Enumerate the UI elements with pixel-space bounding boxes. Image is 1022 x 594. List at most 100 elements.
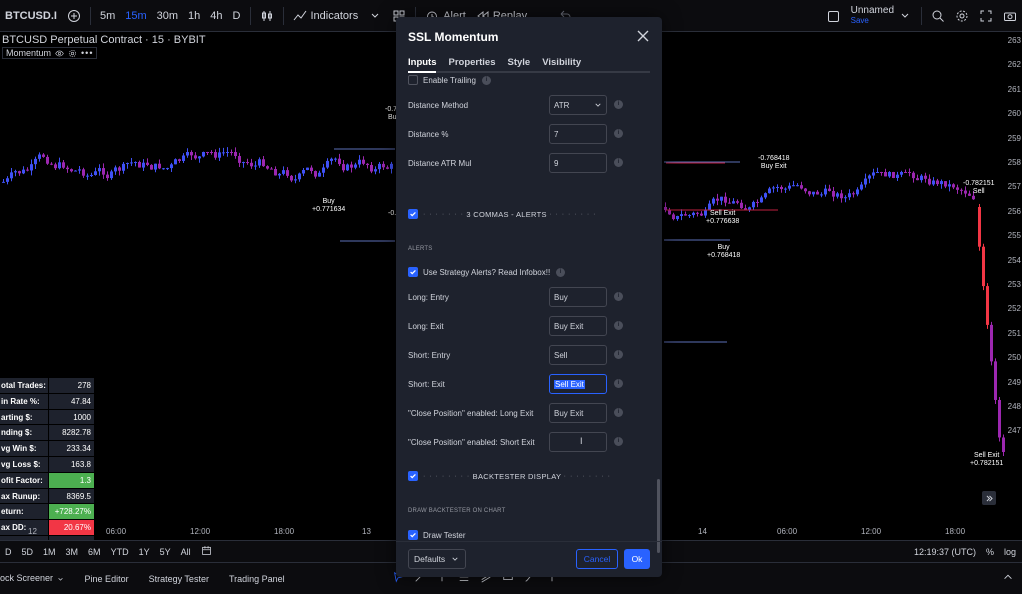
info-icon[interactable]: i bbox=[556, 268, 565, 277]
short-exit-input[interactable]: Sell Exit bbox=[549, 374, 607, 394]
tab-inputs[interactable]: Inputs bbox=[408, 57, 437, 68]
long-entry-input[interactable]: Buy bbox=[549, 287, 607, 307]
dashes: · · · · · · · · bbox=[549, 210, 597, 218]
candle-body bbox=[708, 203, 711, 210]
interval-1h[interactable]: 1h bbox=[183, 0, 205, 32]
candle-body bbox=[804, 188, 807, 192]
range-6m[interactable]: 6M bbox=[83, 547, 106, 557]
stats-label: in Rate %: bbox=[0, 393, 48, 409]
info-icon[interactable]: i bbox=[614, 158, 623, 167]
distance-atr-row: Distance ATR Mul 9 i bbox=[408, 153, 638, 173]
indicator-legend[interactable]: Momentum ••• bbox=[2, 47, 98, 59]
interval-4h[interactable]: 4h bbox=[205, 0, 227, 32]
scroll-to-realtime-button[interactable] bbox=[982, 491, 996, 505]
fullscreen-button[interactable] bbox=[974, 0, 998, 32]
price-axis[interactable]: 263 262 261 260 259 258 257 256 255 254 253 252 251 2… bbox=[1005, 32, 1022, 540]
info-icon[interactable]: i bbox=[614, 350, 623, 359]
info-icon[interactable]: i bbox=[614, 129, 623, 138]
settings-button[interactable] bbox=[950, 0, 974, 32]
info-icon[interactable]: i bbox=[614, 379, 623, 388]
candle-body bbox=[102, 168, 105, 175]
range-5y[interactable]: 5Y bbox=[155, 547, 176, 557]
indicators-button[interactable]: Indicators bbox=[288, 0, 364, 32]
clock-readout[interactable]: 12:19:37 (UTC) bbox=[914, 547, 976, 557]
go-to-date-button[interactable] bbox=[196, 545, 217, 558]
tab-label: ock Screener bbox=[0, 573, 54, 584]
range-1y[interactable]: 1Y bbox=[134, 547, 155, 557]
short-entry-input[interactable]: Sell bbox=[549, 345, 607, 365]
tab-visibility[interactable]: Visibility bbox=[542, 57, 581, 68]
stats-row: vg Win $: 233.34 bbox=[0, 441, 94, 457]
chevron-up-icon bbox=[1004, 574, 1012, 580]
chart-type-button[interactable] bbox=[255, 0, 279, 32]
interval-d[interactable]: D bbox=[228, 0, 246, 32]
symbol-search[interactable]: BTCUSD.I bbox=[0, 0, 62, 32]
candle-body bbox=[78, 169, 81, 171]
range-all[interactable]: All bbox=[176, 547, 196, 557]
candle-body bbox=[318, 172, 321, 177]
tab-properties[interactable]: Properties bbox=[449, 57, 496, 68]
short-exit-value: Sell Exit bbox=[554, 379, 585, 389]
range-1m[interactable]: 1M bbox=[38, 547, 61, 557]
distance-method-label: Distance Method bbox=[408, 100, 469, 110]
info-icon[interactable]: i bbox=[614, 408, 623, 417]
candle-body bbox=[872, 172, 875, 176]
distance-pct-input[interactable]: 7 bbox=[549, 124, 607, 144]
group-3commas-checkbox[interactable] bbox=[408, 209, 418, 219]
eye-icon[interactable] bbox=[55, 49, 64, 58]
tab-pine-editor[interactable]: Pine Editor bbox=[75, 574, 139, 584]
close-short-row: "Close Position" enabled: Short Exit I i bbox=[408, 432, 638, 452]
add-symbol-button[interactable] bbox=[62, 0, 86, 32]
cancel-button[interactable]: Cancel bbox=[576, 549, 618, 569]
use-strategy-alerts-checkbox[interactable] bbox=[408, 267, 418, 277]
price-label: 255 bbox=[1007, 231, 1021, 241]
enable-trailing-checkbox[interactable] bbox=[408, 75, 418, 85]
candle-body bbox=[98, 168, 101, 172]
layout-button[interactable]: Unnamed Save bbox=[823, 0, 917, 32]
tab-style[interactable]: Style bbox=[508, 57, 531, 68]
quick-search-button[interactable] bbox=[926, 0, 950, 32]
group-backtester-checkbox[interactable] bbox=[408, 471, 418, 481]
close-long-input[interactable]: Buy Exit bbox=[549, 403, 607, 423]
candle-body bbox=[788, 185, 791, 189]
tab-strategy-tester[interactable]: Strategy Tester bbox=[139, 574, 219, 584]
candle-body bbox=[880, 172, 883, 173]
indicators-dropdown[interactable] bbox=[363, 0, 387, 32]
tab-trading-panel[interactable]: Trading Panel bbox=[219, 574, 295, 584]
collapse-panel-button[interactable] bbox=[1002, 571, 1014, 586]
info-icon[interactable]: i bbox=[614, 100, 623, 109]
candles-icon bbox=[261, 10, 272, 21]
candle-body bbox=[876, 172, 879, 173]
range-d[interactable]: D bbox=[0, 547, 17, 557]
ok-button[interactable]: Ok bbox=[624, 549, 650, 569]
candle-body bbox=[860, 184, 863, 190]
info-icon[interactable]: i bbox=[614, 321, 623, 330]
tab-stock-screener[interactable]: ock Screener bbox=[0, 573, 75, 583]
interval-30m[interactable]: 30m bbox=[152, 0, 183, 32]
candle-body bbox=[924, 175, 927, 179]
info-icon[interactable]: i bbox=[614, 292, 623, 301]
range-5d[interactable]: 5D bbox=[17, 547, 39, 557]
interval-5m[interactable]: 5m bbox=[95, 0, 120, 32]
snapshot-button[interactable] bbox=[998, 0, 1022, 32]
interval-15m[interactable]: 15m bbox=[120, 0, 151, 32]
price-label: 262 bbox=[1007, 60, 1021, 70]
time-label: 18:00 bbox=[274, 527, 295, 536]
percent-toggle[interactable]: % bbox=[986, 547, 994, 557]
info-icon[interactable]: i bbox=[614, 437, 623, 446]
more-icon[interactable]: ••• bbox=[81, 48, 93, 58]
candle-body bbox=[724, 196, 727, 203]
close-short-input[interactable]: I bbox=[549, 432, 607, 452]
distance-atr-input[interactable]: 9 bbox=[549, 153, 607, 173]
range-ytd[interactable]: YTD bbox=[106, 547, 134, 557]
long-exit-input[interactable]: Buy Exit bbox=[549, 316, 607, 336]
range-3m[interactable]: 3M bbox=[61, 547, 84, 557]
distance-pct-label: Distance % bbox=[408, 129, 449, 139]
gear-icon[interactable] bbox=[68, 49, 77, 58]
log-toggle[interactable]: log bbox=[1004, 547, 1016, 557]
info-icon[interactable]: i bbox=[482, 75, 491, 85]
close-icon[interactable] bbox=[636, 29, 650, 43]
distance-method-select[interactable]: ATR bbox=[549, 95, 607, 115]
draw-tester-checkbox[interactable] bbox=[408, 530, 418, 540]
defaults-dropdown[interactable]: Defaults bbox=[408, 549, 466, 569]
